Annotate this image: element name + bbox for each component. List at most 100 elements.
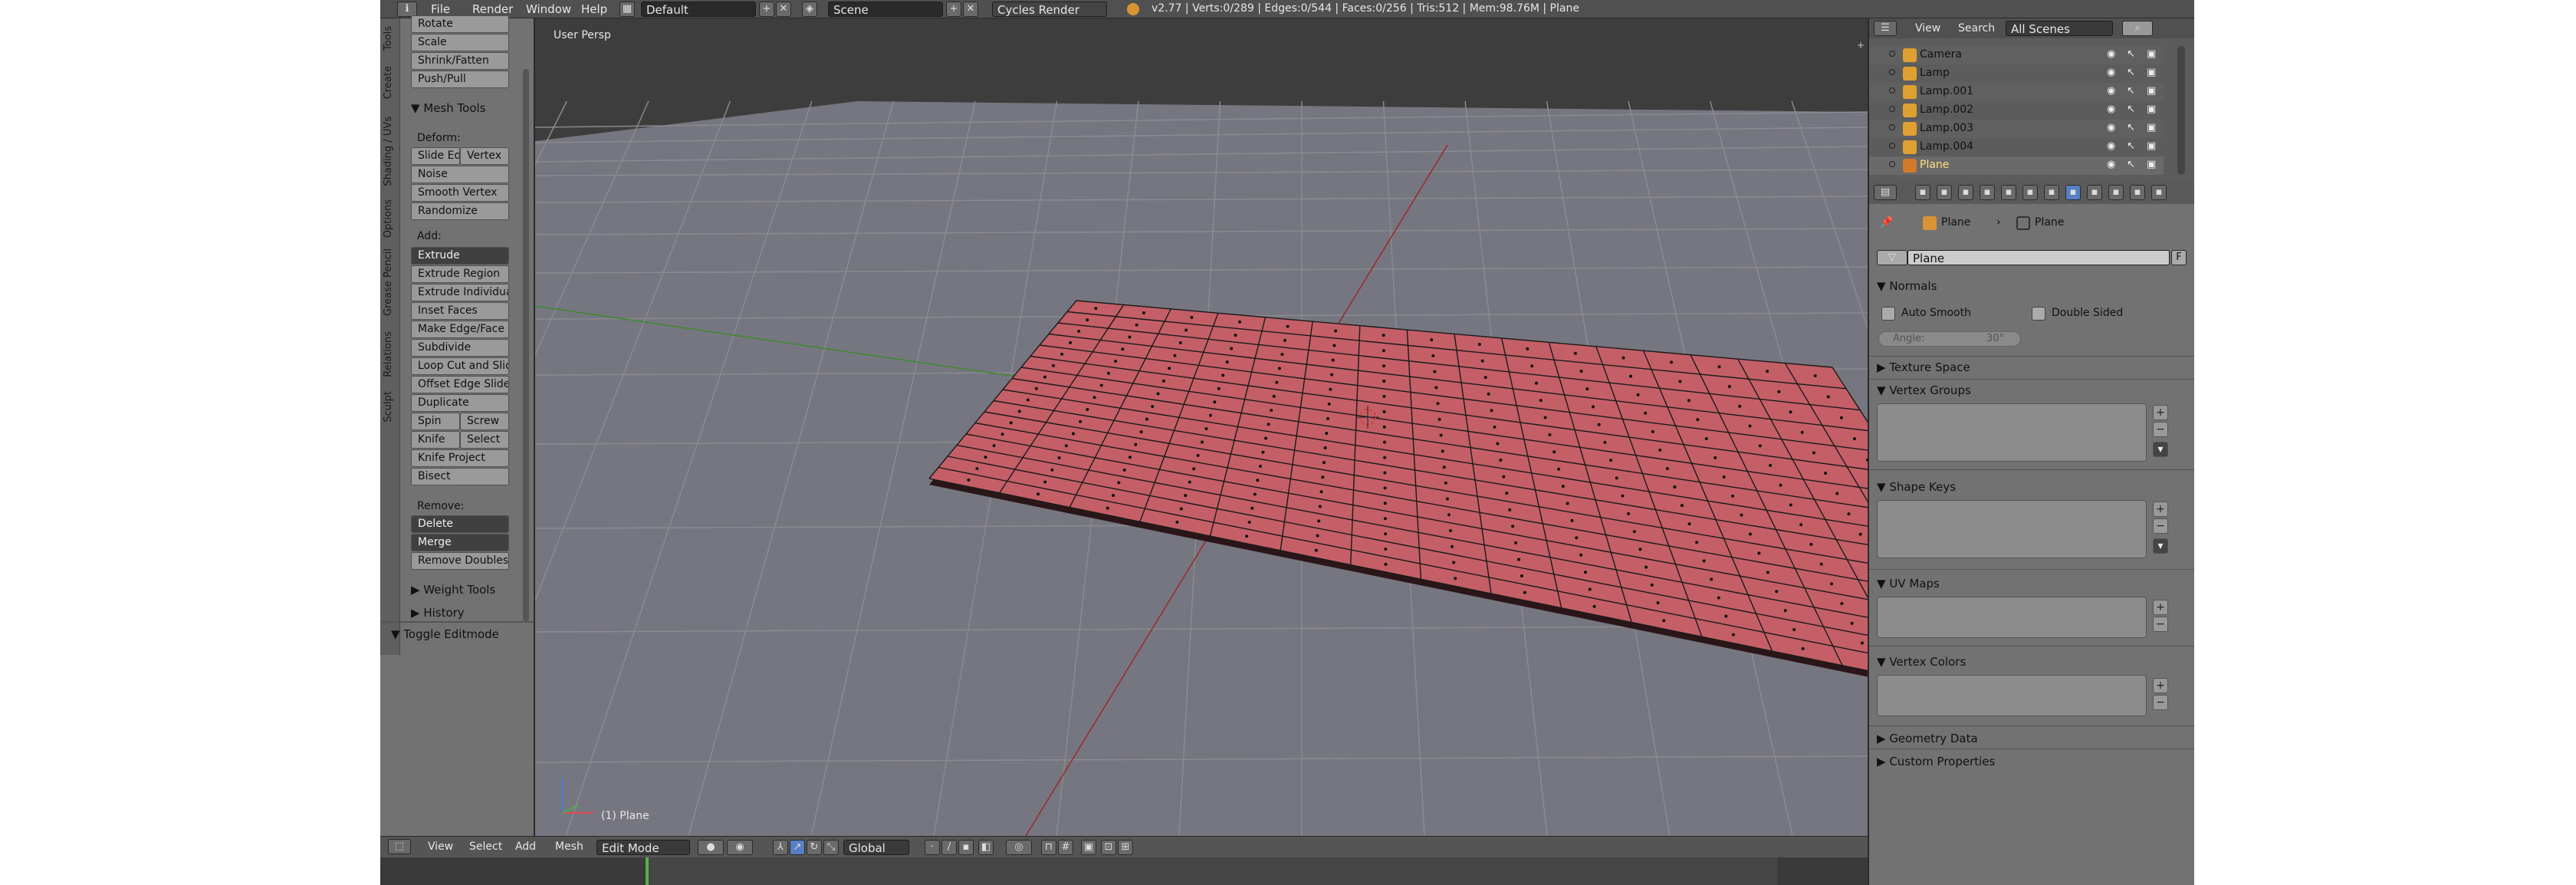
render-context-icon[interactable]: ▪ [1915,185,1930,200]
add-vertex-color-icon[interactable]: + [2153,678,2168,693]
menu-window[interactable]: Window [526,2,571,16]
renderable-camera-icon[interactable]: ▣ [2147,140,2156,152]
mesh-browse-icon[interactable]: ▽ [1877,250,1907,265]
area-divider-toolshelf[interactable] [534,18,535,836]
knife-select-button[interactable]: Select [460,431,509,449]
outliner-display-select[interactable]: All Scenes [2006,21,2113,36]
subdivide-button[interactable]: Subdivide [411,339,509,357]
selectable-arrow-icon[interactable]: ↖ [2127,67,2135,78]
face-select-mode-icon[interactable]: ▪ [958,840,974,855]
vertex-groups-list[interactable] [1877,403,2147,462]
slide-edge-button[interactable]: Slide Ed [411,147,460,165]
bisect-button[interactable]: Bisect [411,468,509,485]
scene-context-icon[interactable]: ▪ [1958,185,1973,200]
rotate-manipulator-icon[interactable]: ↻ [807,840,822,855]
weight-tools-panel-header[interactable]: ▶ Weight Tools [411,583,495,597]
add-layout-icon[interactable]: + [759,2,774,17]
merge-menu-button[interactable]: Merge [411,534,509,551]
knife-button[interactable]: Knife [411,431,460,449]
physics-context-icon[interactable]: ▪ [2151,185,2167,200]
outliner-item[interactable]: Lamp ◉ ↖ ▣ [1869,64,2164,83]
make-edge-face-button[interactable]: Make Edge/Face [411,321,509,338]
add-shape-key-icon[interactable]: + [2153,502,2168,517]
transform-orientation-select[interactable]: Global [843,840,909,855]
history-panel-header[interactable]: ▶ History [411,606,465,620]
visibility-eye-icon[interactable]: ◉ [2107,104,2115,115]
outliner-menu-search[interactable]: Search [1958,22,1995,35]
inset-faces-button[interactable]: Inset Faces [411,302,509,320]
selectable-arrow-icon[interactable]: ↖ [2127,122,2135,133]
noise-button[interactable]: Noise [411,166,509,183]
properties-editor-type-icon[interactable]: ▤ [1874,185,1897,200]
custom-properties-panel-header[interactable]: ▶ Custom Properties [1877,755,1995,768]
visibility-eye-icon[interactable]: ◉ [2107,140,2115,152]
opengl-render-icon[interactable]: ⊡ [1101,840,1116,855]
loop-cut-slide-button[interactable]: Loop Cut and Slide [411,357,509,375]
outliner-item[interactable]: Plane ◉ ↖ ▣ [1869,156,2164,175]
remove-vertex-color-icon[interactable]: − [2153,695,2168,710]
shape-keys-list[interactable] [1877,500,2147,558]
rotate-button[interactable]: Rotate [411,15,509,33]
remove-uv-map-icon[interactable]: − [2153,617,2168,632]
layout-icon[interactable]: ▦ [619,2,635,17]
3d-viewport[interactable]: User Persp (1) Plane + [380,18,2194,837]
menu-help[interactable]: Help [581,2,607,16]
material-context-icon[interactable]: ▪ [2087,185,2102,200]
remove-scene-icon[interactable]: ✕ [963,2,978,17]
outliner-item-label[interactable]: Lamp.002 [1920,104,1973,116]
duplicate-button[interactable]: Duplicate [411,394,509,412]
shape-keys-panel-header[interactable]: ▼ Shape Keys [1877,480,1956,494]
fake-user-button[interactable]: F [2171,250,2187,265]
add-scene-icon[interactable]: + [946,2,961,17]
scale-button[interactable]: Scale [411,34,509,51]
edge-select-mode-icon[interactable]: / [941,840,957,855]
outliner-item-label[interactable]: Lamp [1920,67,1950,79]
snap-element-icon[interactable]: # [1058,840,1073,855]
menu-select[interactable]: Select [469,841,502,853]
renderable-camera-icon[interactable]: ▣ [2147,85,2156,97]
vertex-group-specials-icon[interactable]: ▾ [2153,442,2168,457]
delete-menu-button[interactable]: Delete [411,515,509,533]
mesh-name-field[interactable]: Plane [1907,250,2170,265]
smooth-vertex-button[interactable]: Smooth Vertex [411,184,509,202]
selectable-arrow-icon[interactable]: ↖ [2127,48,2135,60]
selectable-arrow-icon[interactable]: ↖ [2127,104,2135,115]
modifiers-context-icon[interactable]: ▪ [2044,185,2059,200]
remove-doubles-button[interactable]: Remove Doubles [411,552,509,570]
menu-view[interactable]: View [428,841,453,853]
render-preview-icon[interactable]: ▣ [1081,840,1096,855]
angle-field[interactable]: Angle: 30° [1878,331,2021,347]
timeline[interactable] [380,857,1868,885]
expand-icon[interactable] [1889,124,1895,130]
outliner-editor-type-icon[interactable]: ☰ [1874,21,1897,36]
menu-render[interactable]: Render [472,2,513,16]
opengl-anim-icon[interactable]: ⊞ [1118,840,1133,855]
outliner-item-label[interactable]: Lamp.004 [1920,140,1973,153]
texture-space-panel-header[interactable]: ▶ Texture Space [1877,360,1970,374]
vertex-groups-panel-header[interactable]: ▼ Vertex Groups [1877,383,1971,397]
tab-shading-uvs[interactable]: Shading / UVs [383,117,394,186]
renderable-camera-icon[interactable]: ▣ [2147,122,2156,133]
toggle-editmode-panel[interactable]: ▼ Toggle Editmode [391,627,499,641]
info-editor-type-icon[interactable]: ℹ [397,2,417,17]
pin-icon[interactable]: 📌 [1880,216,1894,230]
visibility-eye-icon[interactable]: ◉ [2107,85,2115,97]
uv-maps-panel-header[interactable]: ▼ UV Maps [1877,577,1940,591]
visibility-eye-icon[interactable]: ◉ [2107,48,2115,60]
visibility-eye-icon[interactable]: ◉ [2107,159,2115,170]
selectable-arrow-icon[interactable]: ↖ [2127,85,2135,97]
tab-tools[interactable]: Tools [383,26,394,51]
tab-relations[interactable]: Relations [383,331,394,377]
limit-selection-icon[interactable]: ◧ [978,840,994,855]
scale-manipulator-icon[interactable]: ⤡ [823,840,839,855]
render-layers-context-icon[interactable]: ▪ [1937,185,1952,200]
screw-button[interactable]: Screw [460,413,509,430]
breadcrumb-object[interactable]: Plane [1941,216,1970,229]
outliner-item-label[interactable]: Lamp.001 [1920,85,1973,97]
world-context-icon[interactable]: ▪ [1980,185,1995,200]
auto-smooth-checkbox[interactable] [1881,307,1895,321]
tab-options[interactable]: Options [383,199,394,238]
extrude-region-button[interactable]: Extrude Region [411,265,509,283]
snap-toggle-icon[interactable]: ⊓ [1041,840,1056,855]
uv-maps-list[interactable] [1877,597,2147,638]
